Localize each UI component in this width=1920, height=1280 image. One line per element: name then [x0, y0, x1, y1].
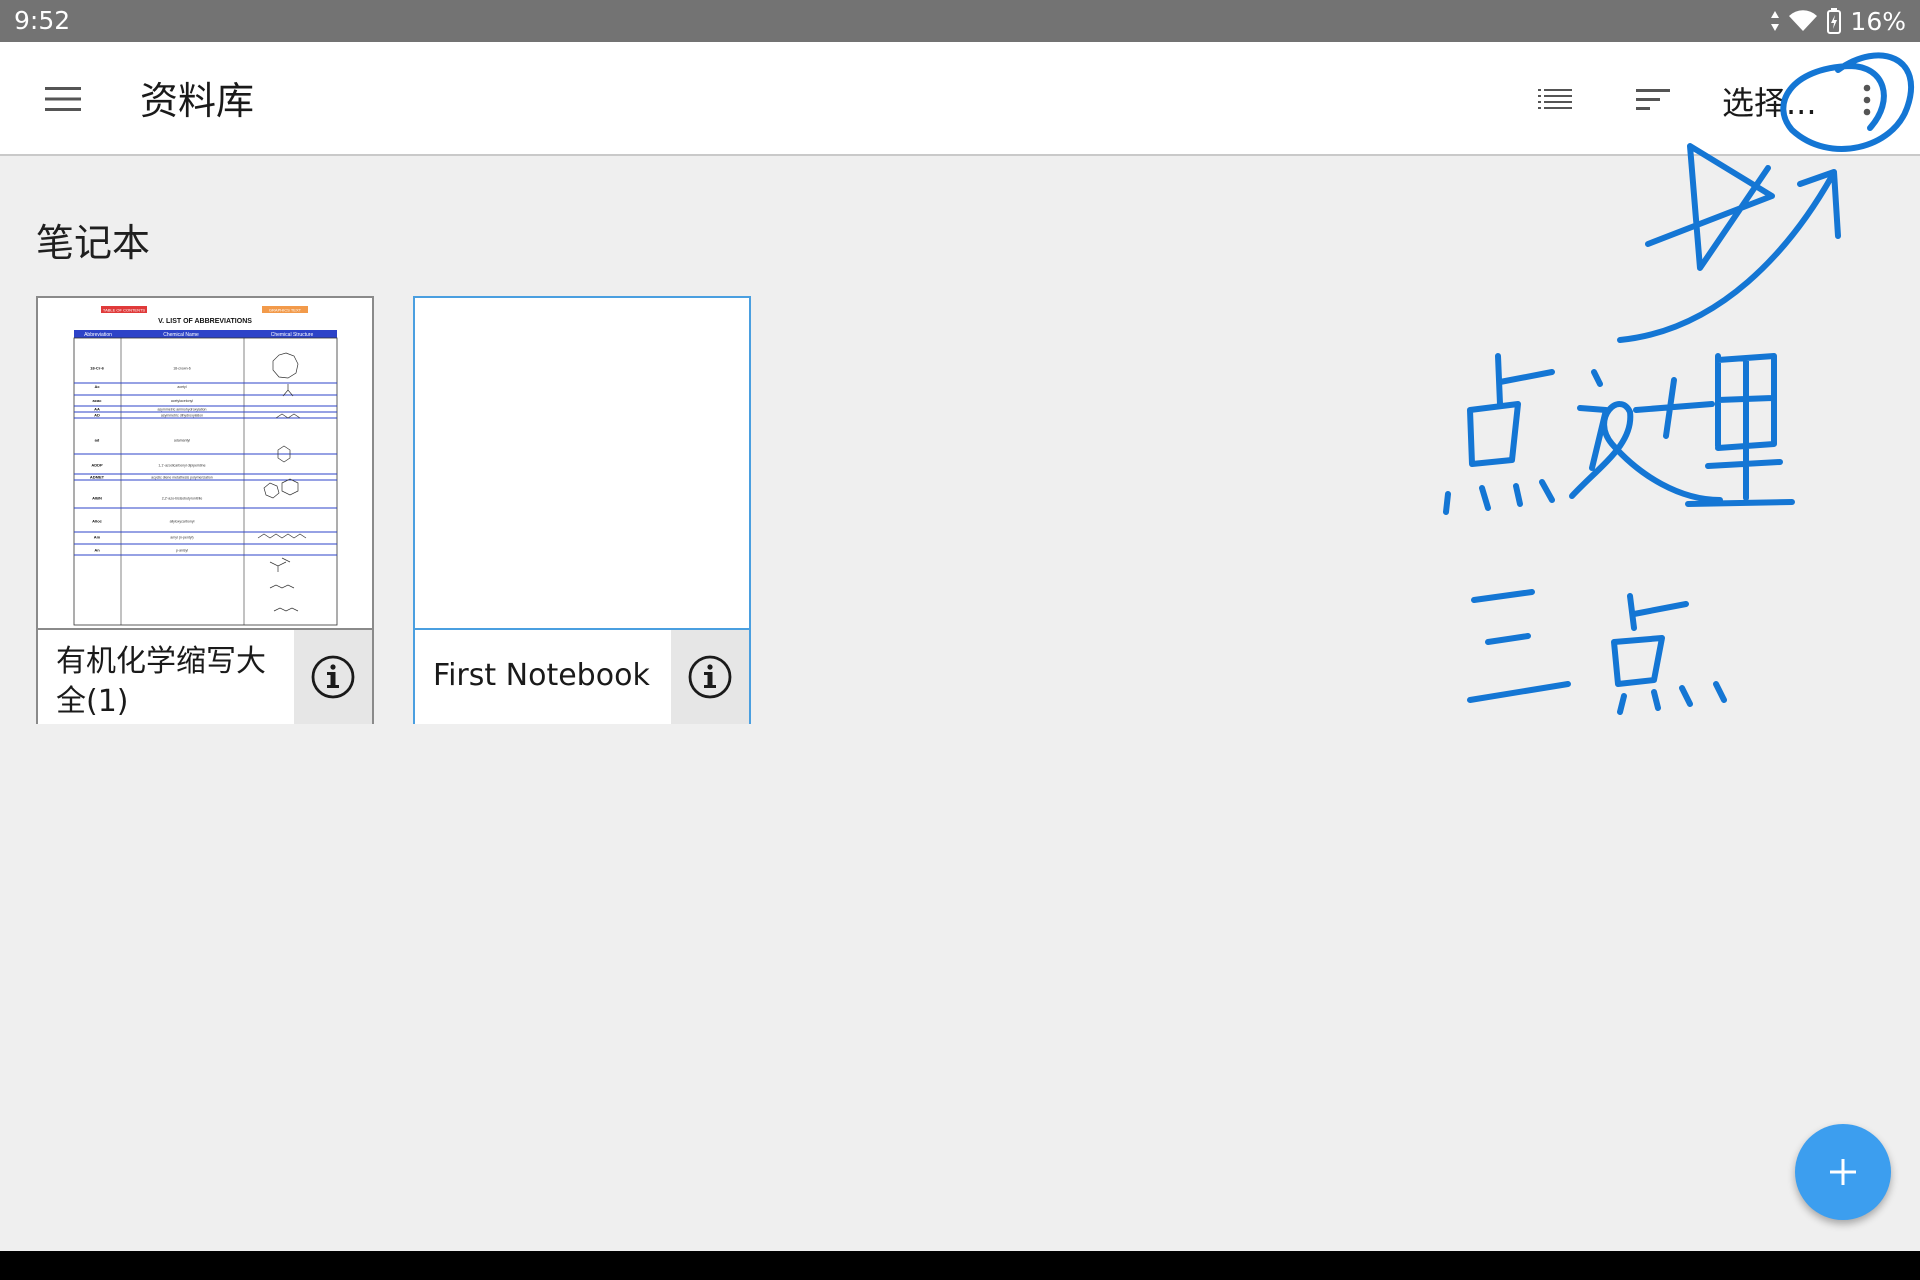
thumb-col-2: Chemical Name: [163, 332, 199, 338]
thumb-chem-name: acetyl: [177, 385, 186, 389]
thumb-abbrev: acac: [93, 398, 103, 403]
annotation-text-san-dian: [1467, 589, 1727, 715]
thumb-abbrev: AA: [94, 407, 100, 412]
page-title: 资料库: [140, 79, 255, 123]
add-notebook-button[interactable]: [1795, 1124, 1891, 1220]
thumb-col-1: Abbreviation: [84, 332, 112, 338]
notebook-thumbnail[interactable]: TABLE OF CONTENTS GRAPHICS TEXT V. LIST …: [38, 298, 372, 628]
app-bar: 资料库 选择...: [0, 42, 1920, 156]
battery-charging-icon: [1826, 7, 1842, 35]
thumb-left-tag: TABLE OF CONTENTS: [103, 308, 145, 313]
status-icons: 16%: [1770, 5, 1906, 37]
battery-percent: 16%: [1850, 6, 1906, 36]
notebook-thumbnail[interactable]: [415, 298, 749, 628]
wifi-icon: [1788, 9, 1818, 33]
thumb-abbrev: AIBN: [92, 496, 102, 501]
data-arrows-icon: [1770, 10, 1780, 32]
notebook-card-selected[interactable]: First Notebook: [413, 296, 751, 724]
notebook-info-button[interactable]: [671, 630, 749, 724]
thumb-chem-name: p-anisyl: [176, 549, 188, 553]
annotation-arrow: [1617, 169, 1841, 343]
notebook-title: 有机化学缩写大全(1): [56, 644, 266, 719]
more-options-button[interactable]: [1842, 72, 1892, 128]
thumb-chem-name: acetylacetonyl: [171, 399, 193, 403]
info-icon: [688, 655, 732, 699]
info-icon: [311, 655, 355, 699]
thumb-chem-name: amyl (n-pentyl): [170, 536, 193, 540]
thumb-chem-name: allyloxycarbonyl: [170, 520, 195, 524]
menu-button[interactable]: [38, 74, 88, 124]
thumb-chem-name: asymmetric aminohydroxylation: [157, 408, 206, 412]
notebook-card[interactable]: TABLE OF CONTENTS GRAPHICS TEXT V. LIST …: [36, 296, 374, 724]
thumb-chem-name: 18-crown-6: [173, 367, 191, 371]
notebook-info-button[interactable]: [294, 630, 372, 724]
status-bar: 9:52 16%: [0, 0, 1920, 42]
thumb-chem-name: acyclic diene metathesis polymerization: [151, 476, 213, 480]
list-view-icon: [1538, 89, 1572, 109]
document-preview: TABLE OF CONTENTS GRAPHICS TEXT V. LIST …: [73, 306, 338, 626]
hamburger-icon: [45, 87, 81, 111]
plus-icon: [1830, 1159, 1856, 1185]
annotation-star-doodle: [1645, 143, 1775, 271]
notebook-title: First Notebook: [433, 658, 650, 693]
more-vert-icon: [1863, 84, 1871, 116]
thumb-abbrev: Ac: [94, 384, 100, 389]
thumb-abbrev: 18-Cr-6: [90, 366, 105, 371]
thumb-chem-name: 2,2'-azo-bisisobutyronitrile: [162, 497, 203, 501]
thumb-chem-name: asymmetric dihydroxylation: [161, 414, 203, 418]
thumb-heading: V. LIST OF ABBREVIATIONS: [158, 318, 252, 325]
thumb-abbrev: ad: [95, 438, 100, 443]
section-title: 笔记本: [36, 221, 151, 265]
list-view-button[interactable]: [1530, 74, 1580, 124]
notebook-card-footer: 有机化学缩写大全(1): [38, 628, 372, 724]
thumb-abbrev: AD: [94, 413, 100, 418]
annotation-text-dian-zhe-li: [1443, 353, 1795, 515]
thumb-abbrev: Alloc: [92, 519, 103, 524]
sort-icon: [1636, 89, 1670, 110]
thumb-abbrev: ADMET: [90, 475, 105, 480]
thumb-right-tag: GRAPHICS TEXT: [269, 308, 302, 313]
thumb-abbrev: An: [94, 548, 100, 553]
sort-button[interactable]: [1628, 74, 1678, 124]
thumb-chem-name: 1,1'-azodicarbonyl dipiperidine: [158, 464, 205, 468]
thumb-chem-name: adamantyl: [174, 439, 190, 443]
thumb-abbrev: Am: [94, 535, 101, 540]
thumb-abbrev: ADDP: [91, 463, 103, 468]
thumb-col-3: Chemical Structure: [271, 332, 314, 338]
navigation-bar: [0, 1251, 1920, 1280]
notebook-card-footer: First Notebook: [415, 628, 749, 724]
select-button[interactable]: 选择...: [1722, 78, 1817, 124]
status-time: 9:52: [14, 6, 71, 35]
